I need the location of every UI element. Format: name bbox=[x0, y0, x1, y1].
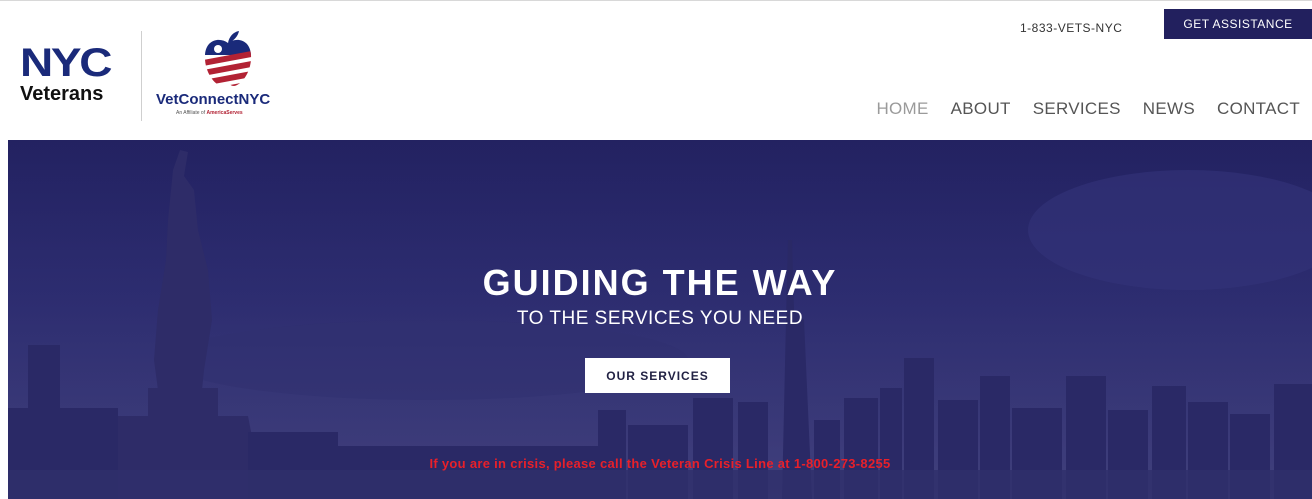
nav-services[interactable]: SERVICES bbox=[1022, 99, 1132, 123]
our-services-button[interactable]: OUR SERVICES bbox=[585, 358, 730, 393]
hero-title: GUIDING THE WAY bbox=[482, 262, 838, 303]
site-header: NYC Veterans VetConnectNYC An Affiliate bbox=[0, 0, 1312, 140]
vetconnect-affiliate: An Affiliate of AmericaServes bbox=[176, 110, 243, 116]
apple-flag-icon bbox=[204, 31, 252, 86]
logo-divider bbox=[141, 31, 142, 121]
nav-about[interactable]: ABOUT bbox=[940, 99, 1022, 123]
nav-news[interactable]: NEWS bbox=[1132, 99, 1206, 123]
main-nav: HOME ABOUT SERVICES NEWS CONTACT bbox=[865, 99, 1300, 123]
vetconnect-name: VetConnectNYC bbox=[156, 91, 271, 108]
nav-home[interactable]: HOME bbox=[865, 99, 939, 123]
crisis-line-text[interactable]: If you are in crisis, please call the Ve… bbox=[8, 456, 1312, 471]
veterans-logo-text: Veterans bbox=[20, 83, 104, 105]
hero-subtitle: TO THE SERVICES YOU NEED bbox=[516, 308, 804, 329]
phone-link[interactable]: 1-833-VETS-NYC bbox=[1020, 21, 1122, 35]
nav-contact[interactable]: CONTACT bbox=[1206, 99, 1300, 123]
affiliate-prefix: An Affiliate of bbox=[176, 110, 206, 116]
affiliate-name: AmericaServes bbox=[206, 110, 243, 116]
hero-banner: GUIDING THE WAY TO THE SERVICES YOU NEED… bbox=[8, 140, 1312, 499]
nyc-logo-text: NYC bbox=[20, 41, 113, 85]
get-assistance-button[interactable]: GET ASSISTANCE bbox=[1164, 9, 1312, 39]
nyc-veterans-logo[interactable]: NYC Veterans bbox=[20, 43, 130, 105]
